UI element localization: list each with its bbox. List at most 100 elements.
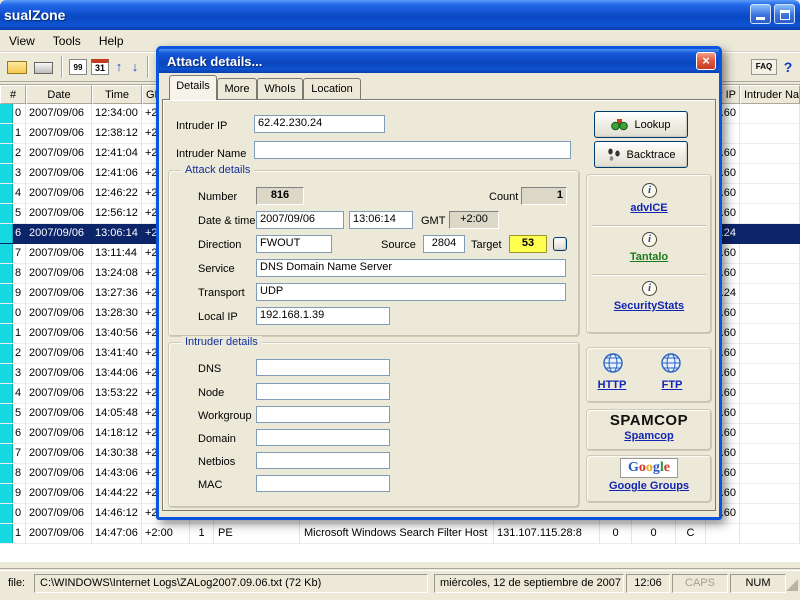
backtrace-button[interactable]: Backtrace (594, 141, 688, 168)
cell-n: 5 (0, 204, 26, 224)
column-header-n[interactable]: # (0, 85, 26, 104)
divider (592, 225, 706, 227)
cell-remote: 131.107.115.28:8 (494, 524, 600, 544)
cell-date: 2007/09/06 (26, 144, 92, 164)
cell-name (740, 284, 800, 304)
cell-date: 2007/09/06 (26, 504, 92, 524)
cell-date: 2007/09/06 (26, 524, 92, 544)
cell-time: 13:11:44 (92, 244, 142, 264)
service-input[interactable]: DNS Domain Name Server (256, 259, 566, 277)
cell-a: 0 (600, 524, 632, 544)
cell-n: 6 (0, 424, 26, 444)
cell-n: 2 (0, 344, 26, 364)
intruder-ip-label: Intruder IP (176, 120, 228, 132)
statusbar-file-label: file: (8, 577, 26, 589)
tab-details[interactable]: Details (169, 75, 217, 100)
date-time-label: Date & time (198, 215, 256, 227)
sort-up-icon[interactable]: ↑ (111, 53, 127, 81)
column-header-time[interactable]: Time (92, 85, 142, 104)
cell-name (740, 484, 800, 504)
cell-time: 12:41:04 (92, 144, 142, 164)
cell-time: 13:44:06 (92, 364, 142, 384)
intruder-details-group-label: Intruder details (181, 336, 262, 348)
http-link[interactable]: HTTP (588, 379, 636, 391)
column-header-name[interactable]: Intruder Name (740, 85, 800, 104)
globe-icon (661, 353, 681, 373)
date-input[interactable]: 2007/09/06 (256, 211, 344, 229)
tab-more[interactable]: More (217, 78, 257, 99)
help-icon[interactable]: ? (780, 53, 796, 81)
window-titlebar[interactable]: sualZone (0, 0, 800, 30)
source-port-input[interactable]: 2804 (423, 235, 465, 253)
cell-date: 2007/09/06 (26, 204, 92, 224)
tantalo-link[interactable]: Tantalo (586, 251, 712, 263)
advice-link[interactable]: advICE (586, 202, 712, 214)
maximize-button[interactable] (774, 4, 795, 24)
node-input[interactable] (256, 383, 390, 400)
domain-input[interactable] (256, 429, 390, 446)
faq-icon[interactable]: FAQ (751, 59, 777, 75)
menu-tools[interactable]: Tools (44, 32, 90, 50)
count-label: Count (489, 191, 519, 203)
dialog-titlebar[interactable]: Attack details... × (159, 49, 719, 73)
cell-name (740, 304, 800, 324)
spamcop-link[interactable]: Spamcop (586, 430, 712, 442)
dns-input[interactable] (256, 359, 390, 376)
calendar-icon[interactable]: 31 (91, 59, 109, 75)
cell-n: 7 (0, 444, 26, 464)
window-controls (747, 4, 795, 24)
cell-name (740, 384, 800, 404)
cell-name (740, 344, 800, 364)
intruder-ip-input[interactable]: 62.42.230.24 (254, 115, 385, 133)
print-icon[interactable] (34, 62, 53, 74)
divider (592, 274, 706, 276)
mac-input[interactable] (256, 475, 390, 492)
tab-whois[interactable]: WhoIs (257, 78, 303, 99)
globe-icon (603, 353, 623, 373)
intruder-name-input[interactable] (254, 141, 571, 159)
tab-location[interactable]: Location (303, 78, 361, 99)
netbios-input[interactable] (256, 452, 390, 469)
resize-grip[interactable] (785, 578, 798, 591)
time-input[interactable]: 13:06:14 (349, 211, 413, 229)
target-more-button[interactable] (553, 237, 567, 251)
statusbar-file-path: C:\WINDOWS\Internet Logs\ZALog2007.09.06… (34, 574, 428, 593)
cell-name (740, 124, 800, 144)
numbered-list-icon[interactable]: 99 (69, 59, 87, 75)
statusbar-num-indicator: NUM (730, 574, 786, 593)
cell-date: 2007/09/06 (26, 184, 92, 204)
statusbar-caps-indicator: CAPS (672, 574, 728, 593)
cell-date: 2007/09/06 (26, 344, 92, 364)
securitystats-link[interactable]: SecurityStats (586, 300, 712, 312)
cell-time: 13:27:36 (92, 284, 142, 304)
cell-n: 7 (0, 244, 26, 264)
google-logo-box: Google (586, 458, 712, 478)
ftp-link[interactable]: FTP (652, 379, 692, 391)
lookup-button[interactable]: Lookup (594, 111, 688, 138)
column-header-date[interactable]: Date (26, 85, 92, 104)
open-log-icon[interactable] (7, 61, 27, 74)
menu-view[interactable]: View (0, 32, 44, 50)
minimize-button[interactable] (750, 4, 771, 24)
intruder-name-label: Intruder Name (176, 148, 247, 160)
cell-name (740, 324, 800, 344)
cell-time: 12:38:12 (92, 124, 142, 144)
close-icon[interactable]: × (696, 52, 716, 70)
cell-date: 2007/09/06 (26, 404, 92, 424)
workgroup-input[interactable] (256, 406, 390, 423)
cell-name (740, 364, 800, 384)
transport-input[interactable]: UDP (256, 283, 566, 301)
service-label: Service (198, 263, 235, 275)
backtrace-button-label: Backtrace (626, 148, 676, 161)
table-row[interactable]: 1 2007/09/06 14:47:06 +2:00 1 PE Microsoft Win… (0, 524, 800, 544)
cell-n: 5 (0, 404, 26, 424)
local-ip-input[interactable]: 192.168.1.39 (256, 307, 390, 325)
menu-help[interactable]: Help (90, 32, 133, 50)
google-groups-link[interactable]: Google Groups (586, 480, 712, 492)
cell-n: 1 (0, 324, 26, 344)
toolbar-separator (61, 56, 63, 78)
cell-date: 2007/09/06 (26, 424, 92, 444)
direction-input[interactable]: FWOUT (256, 235, 332, 253)
sort-down-icon[interactable]: ↓ (127, 53, 143, 81)
target-port-value[interactable]: 53 (509, 235, 547, 253)
